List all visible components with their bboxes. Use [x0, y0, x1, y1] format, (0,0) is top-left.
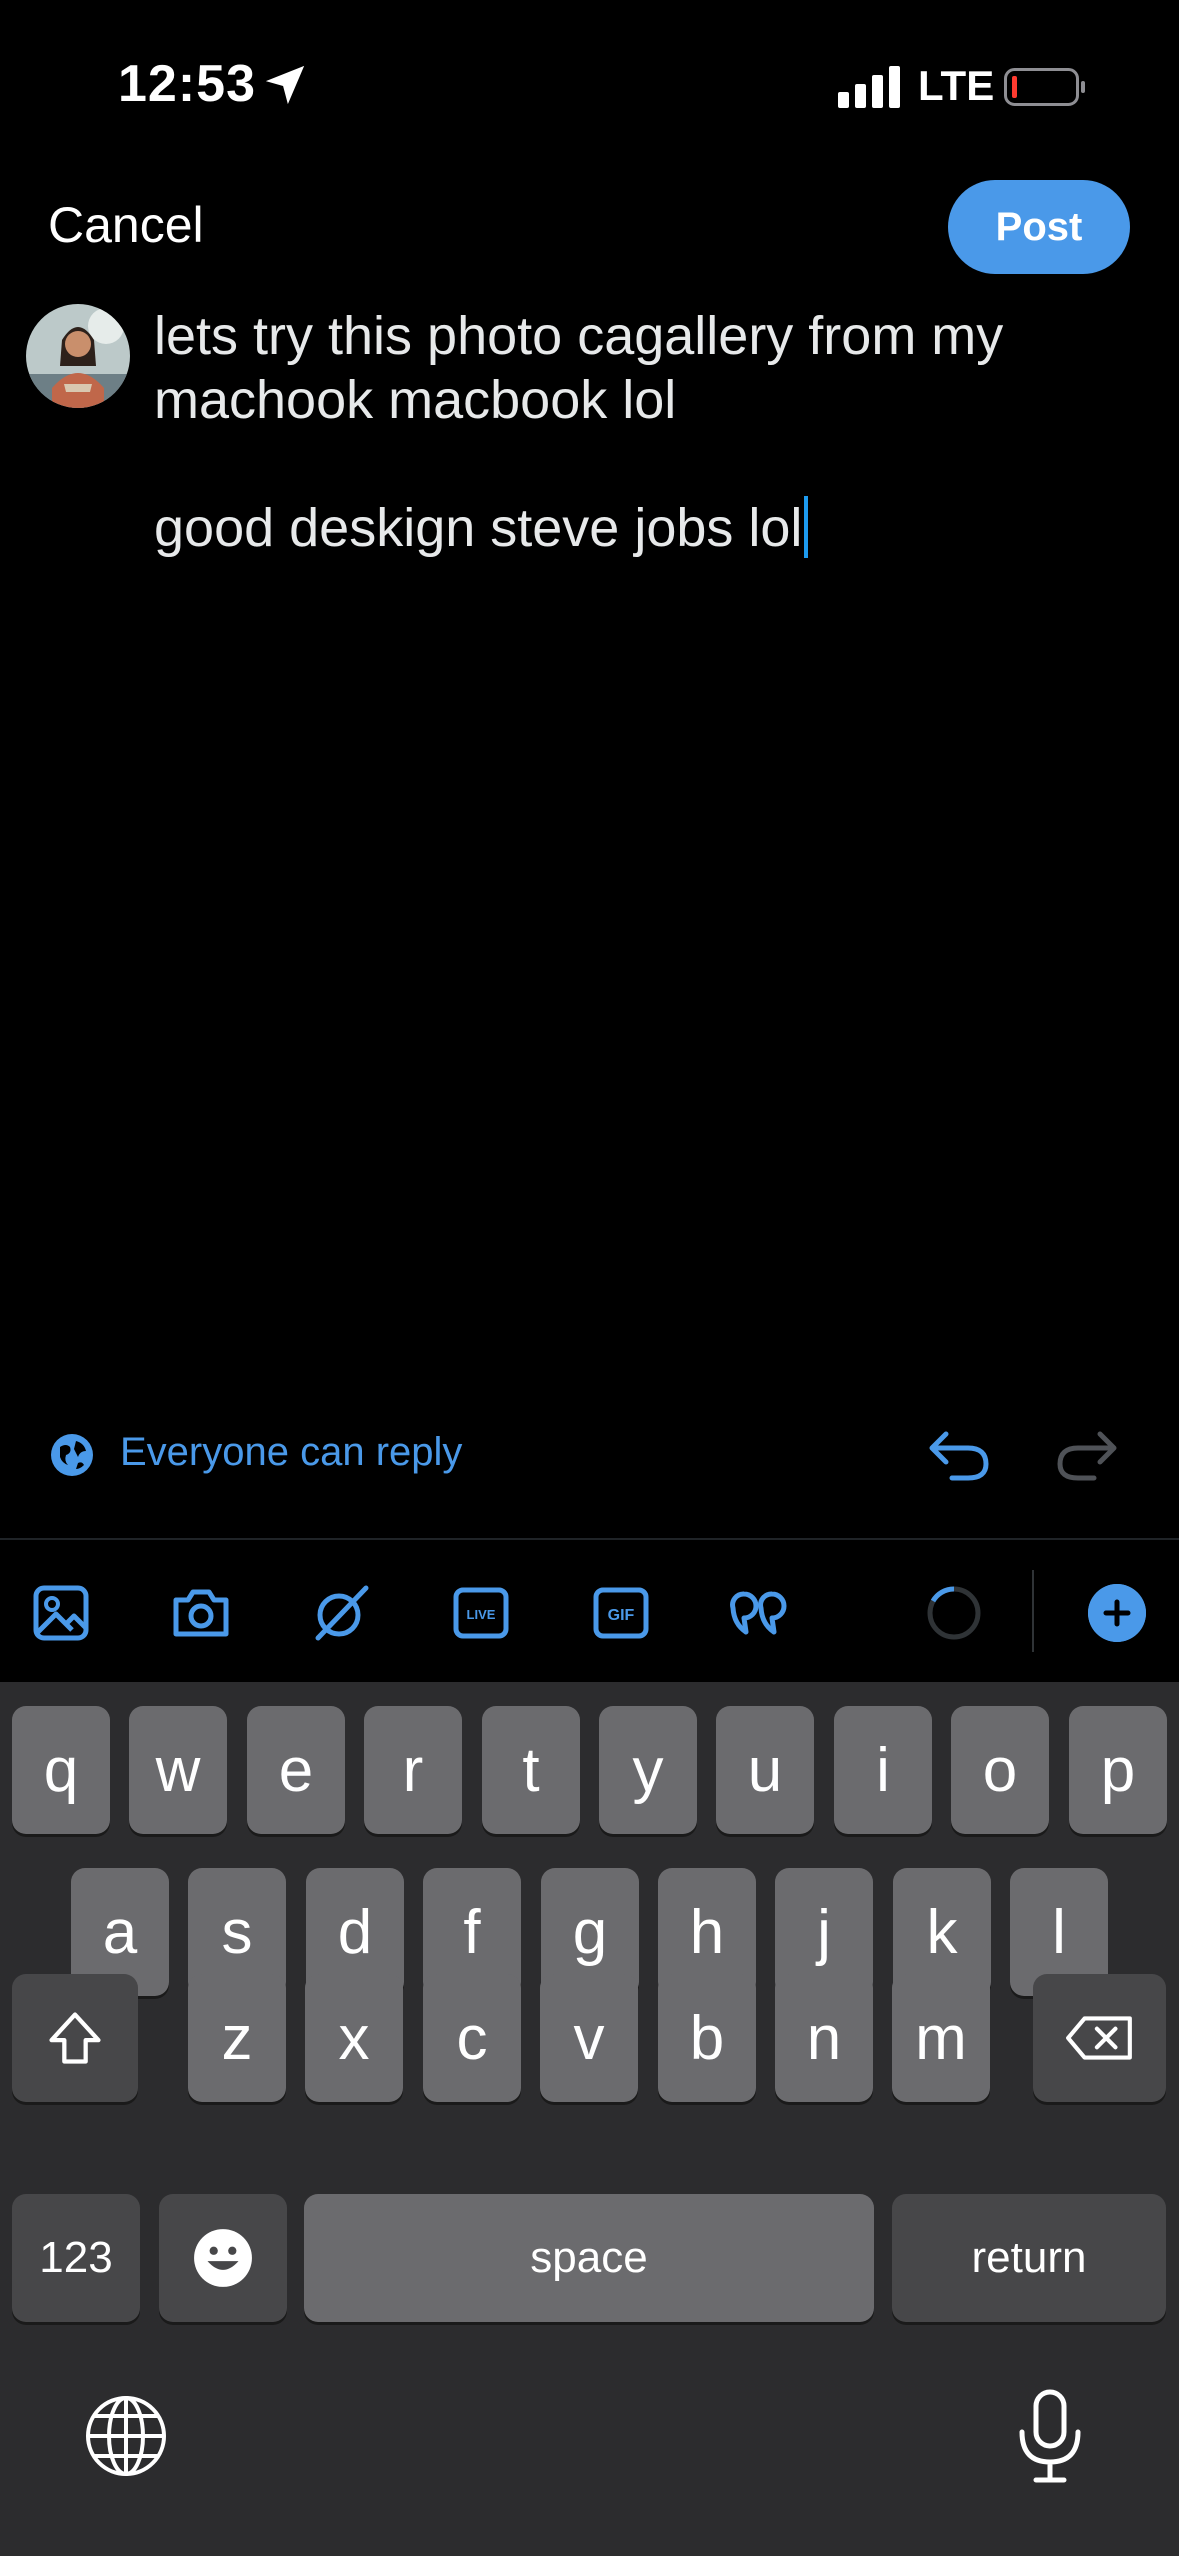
- redo-icon[interactable]: [1050, 1418, 1122, 1490]
- shift-key[interactable]: [12, 1974, 138, 2102]
- key-t[interactable]: t: [482, 1706, 580, 1834]
- status-time: 12:53: [118, 55, 256, 113]
- key-o[interactable]: o: [951, 1706, 1049, 1834]
- live-icon[interactable]: LIVE: [452, 1584, 510, 1642]
- key-m[interactable]: m: [892, 1974, 990, 2102]
- camera-icon[interactable]: [172, 1584, 230, 1642]
- key-c[interactable]: c: [423, 1974, 521, 2102]
- key-p[interactable]: p: [1069, 1706, 1167, 1834]
- key-v[interactable]: v: [540, 1974, 638, 2102]
- key-n[interactable]: n: [775, 1974, 873, 2102]
- compose-text-area[interactable]: lets try this photo cagallery from my ma…: [154, 304, 1094, 560]
- divider: [0, 1538, 1179, 1540]
- key-r[interactable]: r: [364, 1706, 462, 1834]
- location-arrow-icon: [262, 62, 308, 108]
- post-button[interactable]: Post: [948, 180, 1130, 274]
- backspace-key[interactable]: [1033, 1974, 1166, 2102]
- network-type: LTE: [918, 62, 995, 109]
- photo-library-icon[interactable]: [32, 1584, 90, 1642]
- keyboard: qwertyuiop asdfghjkl zxcvbnm 123 space r…: [0, 1682, 1179, 2556]
- quote-icon[interactable]: [730, 1584, 788, 1642]
- gif-icon[interactable]: GIF: [592, 1584, 650, 1642]
- key-z[interactable]: z: [188, 1974, 286, 2102]
- globe-icon[interactable]: [50, 1433, 94, 1477]
- add-post-button[interactable]: [1088, 1584, 1146, 1642]
- reply-setting-label[interactable]: Everyone can reply: [120, 1430, 462, 1475]
- battery-low-icon: [1004, 68, 1086, 106]
- key-u[interactable]: u: [716, 1706, 814, 1834]
- text-cursor: [804, 496, 809, 558]
- key-i[interactable]: i: [834, 1706, 932, 1834]
- numbers-key[interactable]: 123: [12, 2194, 140, 2322]
- svg-text:GIF: GIF: [608, 1607, 635, 1624]
- emoji-key[interactable]: [159, 2194, 287, 2322]
- cancel-button[interactable]: Cancel: [48, 196, 204, 254]
- return-key[interactable]: return: [892, 2194, 1166, 2322]
- grok-icon[interactable]: [312, 1584, 370, 1642]
- key-x[interactable]: x: [305, 1974, 403, 2102]
- character-count-ring: [925, 1584, 983, 1642]
- microphone-icon[interactable]: [1014, 2388, 1086, 2484]
- globe-keyboard-icon[interactable]: [84, 2394, 168, 2478]
- toolbar-separator: [1032, 1570, 1034, 1652]
- key-b[interactable]: b: [658, 1974, 756, 2102]
- avatar[interactable]: [26, 304, 130, 408]
- signal-bars-icon: [838, 66, 900, 108]
- space-key[interactable]: space: [304, 2194, 874, 2322]
- key-y[interactable]: y: [599, 1706, 697, 1834]
- compose-line-2-text: good deskign steve jobs lol: [154, 498, 803, 558]
- svg-text:LIVE: LIVE: [467, 1607, 496, 1622]
- key-e[interactable]: e: [247, 1706, 345, 1834]
- compose-line-1: lets try this photo cagallery from my ma…: [154, 306, 1004, 430]
- key-q[interactable]: q: [12, 1706, 110, 1834]
- undo-icon[interactable]: [924, 1418, 996, 1490]
- key-w[interactable]: w: [129, 1706, 227, 1834]
- compose-line-2: good deskign steve jobs lol: [154, 496, 1094, 560]
